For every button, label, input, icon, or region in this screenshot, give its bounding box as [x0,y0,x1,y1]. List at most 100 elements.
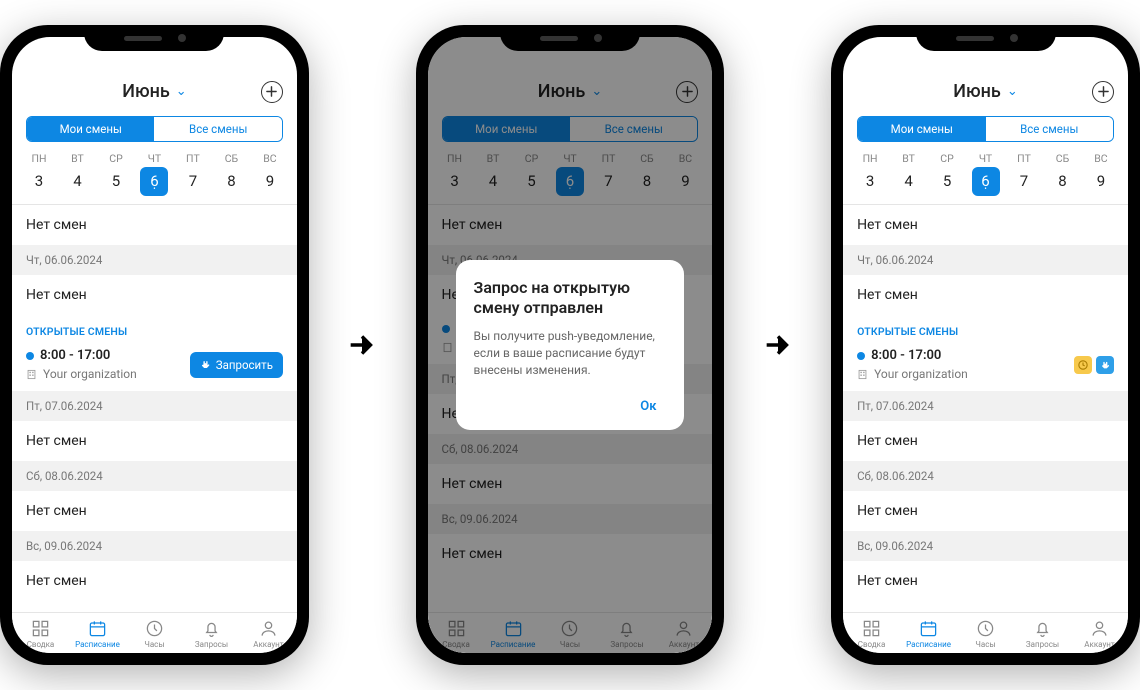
dialog-title: Запрос на открытую смену отправлен [474,278,667,318]
day-mon[interactable]: ПН3 [855,152,885,196]
tab-schedule[interactable]: Расписание [900,619,957,649]
segment-my-shifts[interactable]: Мои смены [27,117,154,141]
no-shifts-row: Нет смен [12,421,297,461]
no-shifts-row: Нет смен [12,275,297,315]
notch [500,25,640,51]
modal-overlay[interactable]: Запрос на открытую смену отправлен Вы по… [428,37,713,653]
calendar-icon [919,619,938,638]
no-shifts-row: Нет смен [12,205,297,245]
confirmation-dialog: Запрос на открытую смену отправлен Вы по… [456,260,685,429]
no-shifts-row: Нет смен [843,421,1128,461]
month-title[interactable]: Июнь [953,81,1001,102]
pending-badge-icon [1074,356,1092,374]
flow-arrow-icon [759,326,796,364]
tab-hours[interactable]: Часы [126,619,183,649]
bell-icon [202,619,221,638]
clock-icon [145,619,164,638]
plus-icon [1098,86,1109,97]
phone-screen: Июнь ⌄ Мои смены Все смены ПН3 ВТ4 СР5 Ч… [843,37,1128,653]
schedule-list[interactable]: Нет смен Чт, 06.06.2024 Нет смен ОТКРЫТЫ… [12,205,297,612]
building-icon [857,369,868,380]
tab-account[interactable]: Аккаунт [240,619,297,649]
day-sat[interactable]: СБ8 [216,152,246,196]
day-wed[interactable]: СР5 [101,152,131,196]
day-thu[interactable]: ЧТ6 [139,152,169,196]
phone-frame-2: Июнь ⌄ Мои смены Все смены ПН3 ВТ4 СР5 Ч… [416,25,725,665]
date-header: Пт, 07.06.2024 [12,391,297,421]
bell-icon [1033,619,1052,638]
flow-arrow-icon [344,326,381,364]
day-wed[interactable]: СР5 [932,152,962,196]
grid-icon [862,619,881,638]
header: Июнь ⌄ [12,73,297,110]
no-shifts-row: Нет смен [843,275,1128,315]
day-tue[interactable]: ВТ4 [62,152,92,196]
tab-hours[interactable]: Часы [957,619,1014,649]
notch [84,25,224,51]
day-tue[interactable]: ВТ4 [894,152,924,196]
shift-row[interactable]: 8:00 - 17:00 Your organization [843,342,1128,391]
day-sun[interactable]: ВС9 [255,152,285,196]
shift-time: 8:00 - 17:00 [40,348,110,363]
day-sun[interactable]: ВС9 [1086,152,1116,196]
shift-dot-icon [857,352,865,360]
requested-badge-icon [1096,356,1114,374]
day-sat[interactable]: СБ8 [1047,152,1077,196]
day-fri[interactable]: ПТ7 [1009,152,1039,196]
tab-account[interactable]: Аккаунт [1071,619,1128,649]
chevron-down-icon[interactable]: ⌄ [176,84,187,99]
request-button[interactable]: Запросить [190,352,283,378]
shift-row[interactable]: 8:00 - 17:00 Your organization Запросить [12,342,297,391]
day-mon[interactable]: ПН3 [24,152,54,196]
segment-all-shifts[interactable]: Все смены [154,117,281,141]
tab-requests[interactable]: Запросы [1014,619,1071,649]
week-strip: ПН3 ВТ4 СР5 ЧТ6 ПТ7 СБ8 ВС9 [12,150,297,205]
no-shifts-row: Нет смен [843,491,1128,531]
schedule-list[interactable]: Нет смен Чт, 06.06.2024 Нет смен ОТКРЫТЫ… [843,205,1128,612]
shift-time: 8:00 - 17:00 [871,348,941,363]
phone-frame-3: Июнь ⌄ Мои смены Все смены ПН3 ВТ4 СР5 Ч… [831,25,1140,665]
day-fri[interactable]: ПТ7 [178,152,208,196]
no-shifts-row: Нет смен [12,561,297,601]
status-badges [1074,356,1114,374]
date-header: Чт, 06.06.2024 [843,245,1128,275]
shift-info: 8:00 - 17:00 Your organization [857,348,1066,381]
date-header: Сб, 08.06.2024 [843,461,1128,491]
building-icon [26,369,37,380]
shift-org: Your organization [43,367,137,381]
clock-icon [976,619,995,638]
notch [916,25,1056,51]
no-shifts-row: Нет смен [843,205,1128,245]
shift-info: 8:00 - 17:00 Your organization [26,348,182,381]
open-shifts-header: ОТКРЫТЫЕ СМЕНЫ [12,315,297,342]
dialog-body: Вы получите push-уведомление, если в ваш… [474,328,667,378]
date-header: Вс, 09.06.2024 [843,531,1128,561]
week-strip: ПН3 ВТ4 СР5 ЧТ6 ПТ7 СБ8 ВС9 [843,150,1128,205]
request-label: Запросить [216,358,273,372]
no-shifts-row: Нет смен [12,491,297,531]
add-button[interactable] [1092,81,1114,103]
user-icon [259,619,278,638]
calendar-icon [88,619,107,638]
grid-icon [31,619,50,638]
segment-control: Мои смены Все смены [857,116,1114,142]
user-icon [1090,619,1109,638]
tab-summary[interactable]: Сводка [843,619,900,649]
segment-my-shifts[interactable]: Мои смены [858,117,985,141]
day-thu[interactable]: ЧТ6 [971,152,1001,196]
phone-screen: Июнь ⌄ Мои смены Все смены ПН3 ВТ4 СР5 Ч… [428,37,713,653]
chevron-down-icon[interactable]: ⌄ [1007,84,1018,99]
month-title[interactable]: Июнь [122,81,170,102]
tab-requests[interactable]: Запросы [183,619,240,649]
tab-bar: Сводка Расписание Часы Запросы Аккаунт [843,612,1128,653]
tab-summary[interactable]: Сводка [12,619,69,649]
date-header: Сб, 08.06.2024 [12,461,297,491]
add-button[interactable] [261,81,283,103]
phone-screen: Июнь ⌄ Мои смены Все смены ПН3 ВТ4 СР5 Ч… [12,37,297,653]
shift-dot-icon [26,352,34,360]
tab-schedule[interactable]: Расписание [69,619,126,649]
segment-all-shifts[interactable]: Все смены [986,117,1113,141]
dialog-ok-button[interactable]: Ок [630,393,666,420]
plus-icon [266,86,277,97]
open-shifts-header: ОТКРЫТЫЕ СМЕНЫ [843,315,1128,342]
